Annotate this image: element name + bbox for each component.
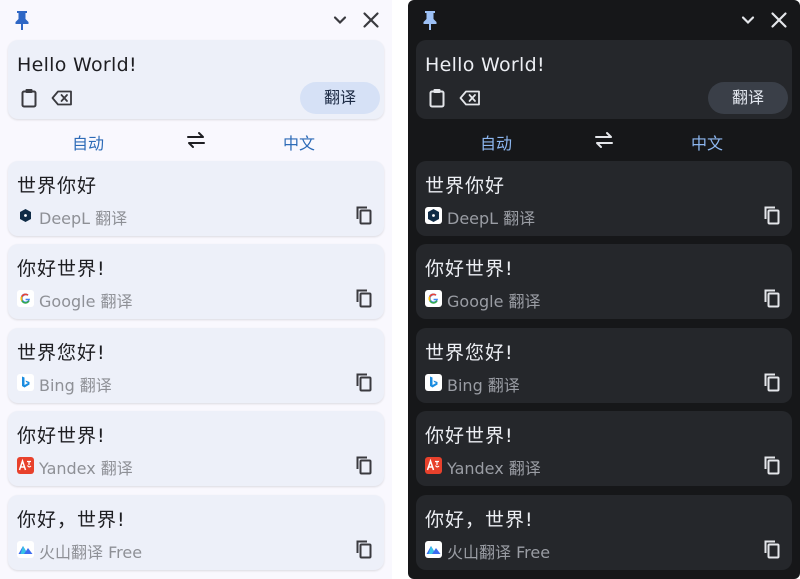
result-card-bing: 世界您好! Bing 翻译: [416, 327, 792, 403]
bing-icon: [17, 373, 34, 391]
target-language-select[interactable]: 中文: [691, 130, 723, 154]
chevron-down-icon[interactable]: [740, 12, 756, 28]
translation-text: 世界你好: [17, 175, 98, 197]
translation-text: 你好世界!: [425, 425, 514, 448]
result-card-deepl: 世界你好 DeepL 翻译: [8, 161, 384, 236]
result-card-deepl: 世界你好 DeepL 翻译: [416, 161, 792, 236]
service-name: Yandex 翻译: [39, 459, 133, 479]
service-name: DeepL 翻译: [39, 209, 128, 228]
translation-text: 世界你好: [425, 175, 506, 197]
service-name: 火山翻译 Free: [447, 542, 551, 562]
copy-icon[interactable]: [355, 455, 373, 475]
volcano-icon: [425, 540, 442, 558]
target-language-select[interactable]: 中文: [283, 130, 315, 154]
result-card-yandex: 你好世界! Yandex 翻译: [8, 411, 384, 487]
source-input-card: Hello World! 翻译: [8, 40, 384, 119]
chevron-down-icon[interactable]: [332, 12, 348, 28]
deepl-icon: [425, 207, 442, 224]
copy-icon[interactable]: [763, 455, 781, 475]
title-bar: [8, 0, 384, 40]
result-card-yandex: 你好世界! Yandex 翻译: [416, 411, 792, 487]
translation-text: 你好世界!: [17, 425, 106, 448]
copy-icon[interactable]: [355, 288, 373, 308]
service-name: Bing 翻译: [39, 375, 112, 395]
source-text-input[interactable]: Hello World!: [425, 54, 545, 76]
result-card-volcano: 你好，世界! 火山翻译 Free: [416, 494, 792, 570]
copy-icon[interactable]: [355, 205, 373, 225]
translation-text: 世界您好!: [17, 341, 106, 364]
service-name: 火山翻译 Free: [39, 542, 143, 562]
volcano-icon: [17, 540, 34, 558]
copy-icon[interactable]: [763, 205, 781, 225]
service-name: Google 翻译: [447, 292, 541, 312]
swap-languages-icon[interactable]: [185, 131, 207, 149]
translation-text: 你好世界!: [425, 258, 514, 281]
light-theme-panel: Hello World! 翻译 自动 中文 世界你好 DeepL 翻译 你好世界…: [0, 0, 392, 579]
language-selector-row: 自动 中文: [8, 119, 384, 161]
service-name: DeepL 翻译: [447, 209, 536, 228]
service-name: Bing 翻译: [447, 375, 520, 395]
translation-text: 世界您好!: [425, 341, 514, 364]
source-language-select[interactable]: 自动: [480, 130, 512, 154]
pin-icon[interactable]: [12, 9, 32, 31]
result-card-google: 你好世界! Google 翻译: [8, 244, 384, 320]
copy-icon[interactable]: [763, 372, 781, 392]
result-card-bing: 世界您好! Bing 翻译: [8, 327, 384, 403]
translate-button[interactable]: 翻译: [708, 82, 788, 114]
translate-button[interactable]: 翻译: [300, 82, 380, 114]
close-icon[interactable]: [770, 11, 788, 29]
yandex-icon: [17, 457, 34, 475]
dark-theme-panel: Hello World! 翻译 自动 中文 世界你好 DeepL 翻译 你好世界…: [408, 0, 800, 579]
translation-text: 你好世界!: [17, 258, 106, 281]
translation-text: 你好，世界!: [17, 508, 126, 531]
google-icon: [425, 290, 442, 308]
copy-icon[interactable]: [355, 372, 373, 392]
deepl-icon: [20, 209, 31, 222]
yandex-icon: [425, 457, 442, 475]
source-language-select[interactable]: 自动: [72, 130, 104, 154]
copy-icon[interactable]: [355, 539, 373, 559]
copy-icon[interactable]: [763, 288, 781, 308]
close-icon[interactable]: [362, 11, 380, 29]
swap-languages-icon[interactable]: [593, 131, 615, 149]
pin-icon[interactable]: [420, 9, 440, 31]
title-bar: [416, 0, 792, 40]
result-card-google: 你好世界! Google 翻译: [416, 244, 792, 320]
language-selector-row: 自动 中文: [416, 119, 792, 161]
translation-text: 你好，世界!: [425, 508, 534, 531]
source-input-card: Hello World! 翻译: [416, 40, 792, 119]
clear-text-icon[interactable]: [459, 90, 481, 106]
clear-text-icon[interactable]: [51, 90, 73, 106]
clipboard-icon[interactable]: [428, 88, 446, 108]
bing-icon: [425, 373, 442, 391]
google-icon: [17, 290, 34, 308]
service-name: Yandex 翻译: [447, 459, 541, 479]
copy-icon[interactable]: [763, 539, 781, 559]
clipboard-icon[interactable]: [20, 88, 38, 108]
service-name: Google 翻译: [39, 292, 133, 312]
result-card-volcano: 你好，世界! 火山翻译 Free: [8, 494, 384, 570]
source-text-input[interactable]: Hello World!: [17, 54, 137, 76]
